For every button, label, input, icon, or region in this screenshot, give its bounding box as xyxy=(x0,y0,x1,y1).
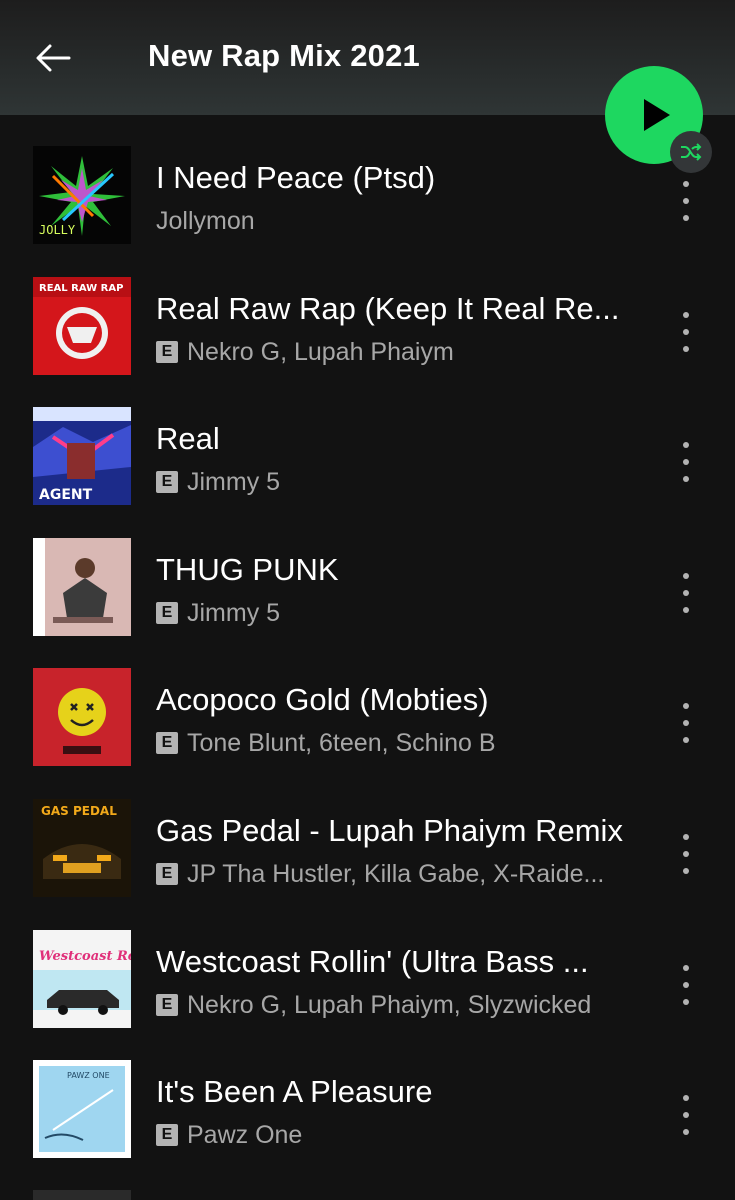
track-title: Real xyxy=(156,421,220,456)
explicit-badge: E xyxy=(156,341,178,363)
track-title: Westcoast Rollin' (Ultra Bass ... xyxy=(156,944,589,979)
more-vertical-icon xyxy=(683,573,689,579)
track-artists: Jollymon xyxy=(156,206,255,235)
page-title: New Rap Mix 2021 xyxy=(148,38,420,73)
explicit-badge: E xyxy=(156,1124,178,1146)
track-row[interactable]: Acopoco Gold (Mobties) E Tone Blunt, 6te… xyxy=(0,637,735,767)
track-artists: JP Tha Hustler, Killa Gabe, X-Raide... xyxy=(187,859,605,888)
more-options-button[interactable] xyxy=(670,440,702,484)
album-art: Westcoast Rollin xyxy=(33,930,131,1028)
svg-text:REAL RAW RAP: REAL RAW RAP xyxy=(39,283,123,294)
track-row[interactable]: GAS PEDAL Gas Pedal - Lupah Phaiym Remix… xyxy=(0,768,735,898)
explicit-badge: E xyxy=(156,994,178,1016)
album-art-partial xyxy=(33,1190,131,1200)
svg-text:PAWZ ONE: PAWZ ONE xyxy=(67,1071,110,1080)
more-vertical-icon xyxy=(683,703,689,709)
track-title: THUG PUNK xyxy=(156,552,339,587)
track-meta: E Pawz One xyxy=(156,1119,636,1151)
svg-text:GAS PEDAL: GAS PEDAL xyxy=(41,804,117,818)
track-artists: Tone Blunt, 6teen, Schino B xyxy=(187,728,496,757)
album-art xyxy=(33,668,131,766)
album-art: GAS PEDAL xyxy=(33,799,131,897)
playlist-screen: New Rap Mix 2021 JOLLY I Need Peace (Pts… xyxy=(0,0,735,1200)
more-options-button[interactable] xyxy=(670,179,702,223)
track-title: Acopoco Gold (Mobties) xyxy=(156,682,489,717)
album-art: JOLLY xyxy=(33,146,131,244)
svg-text:Westcoast Rollin: Westcoast Rollin xyxy=(39,949,131,964)
svg-text:JOLLY: JOLLY xyxy=(39,223,76,237)
more-options-button[interactable] xyxy=(670,310,702,354)
track-row[interactable]: JOLLY I Need Peace (Ptsd) Jollymon xyxy=(0,115,735,245)
more-options-button[interactable] xyxy=(670,832,702,876)
track-meta: E Jimmy 5 xyxy=(156,466,636,498)
more-options-button[interactable] xyxy=(670,701,702,745)
more-vertical-icon xyxy=(683,181,689,187)
album-art: REAL RAW RAP xyxy=(33,277,131,375)
arrow-left-icon xyxy=(36,44,71,72)
track-meta: E Tone Blunt, 6teen, Schino B xyxy=(156,727,636,759)
explicit-badge: E xyxy=(156,471,178,493)
track-row[interactable]: Westcoast Rollin Westcoast Rollin' (Ultr… xyxy=(0,899,735,1029)
album-art xyxy=(33,538,131,636)
track-title: I Need Peace (Ptsd) xyxy=(156,160,436,195)
track-meta: E Jimmy 5 xyxy=(156,597,636,629)
track-meta: E Nekro G, Lupah Phaiym xyxy=(156,336,636,368)
track-row[interactable]: AGENT Real E Jimmy 5 xyxy=(0,376,735,506)
track-meta: Jollymon xyxy=(156,205,636,237)
more-vertical-icon xyxy=(683,965,689,971)
more-vertical-icon xyxy=(683,1095,689,1101)
track-artists: Nekro G, Lupah Phaiym, Slyzwicked xyxy=(187,990,592,1019)
track-row[interactable]: THUG PUNK E Jimmy 5 xyxy=(0,507,735,637)
svg-text:AGENT: AGENT xyxy=(39,487,93,503)
more-options-button[interactable] xyxy=(670,571,702,615)
explicit-badge: E xyxy=(156,863,178,885)
more-vertical-icon xyxy=(683,834,689,840)
track-row[interactable]: PAWZ ONE It's Been A Pleasure E Pawz One xyxy=(0,1029,735,1159)
explicit-badge: E xyxy=(156,602,178,624)
more-options-button[interactable] xyxy=(670,1093,702,1137)
explicit-badge: E xyxy=(156,732,178,754)
track-title: Gas Pedal - Lupah Phaiym Remix xyxy=(156,813,623,848)
album-art: PAWZ ONE xyxy=(33,1060,131,1158)
more-options-button[interactable] xyxy=(670,963,702,1007)
more-vertical-icon xyxy=(683,442,689,448)
back-button[interactable] xyxy=(30,36,76,80)
track-artists: Pawz One xyxy=(187,1120,303,1149)
track-title: It's Been A Pleasure xyxy=(156,1074,433,1109)
more-vertical-icon xyxy=(683,312,689,318)
track-row[interactable]: REAL RAW RAP Real Raw Rap (Keep It Real … xyxy=(0,246,735,376)
album-art: AGENT xyxy=(33,407,131,505)
track-meta: E JP Tha Hustler, Killa Gabe, X-Raide... xyxy=(156,858,636,890)
track-title: Real Raw Rap (Keep It Real Re... xyxy=(156,291,620,326)
track-artists: Nekro G, Lupah Phaiym xyxy=(187,337,454,366)
track-artists: Jimmy 5 xyxy=(187,467,281,496)
track-artists: Jimmy 5 xyxy=(187,598,281,627)
track-meta: E Nekro G, Lupah Phaiym, Slyzwicked xyxy=(156,989,636,1021)
